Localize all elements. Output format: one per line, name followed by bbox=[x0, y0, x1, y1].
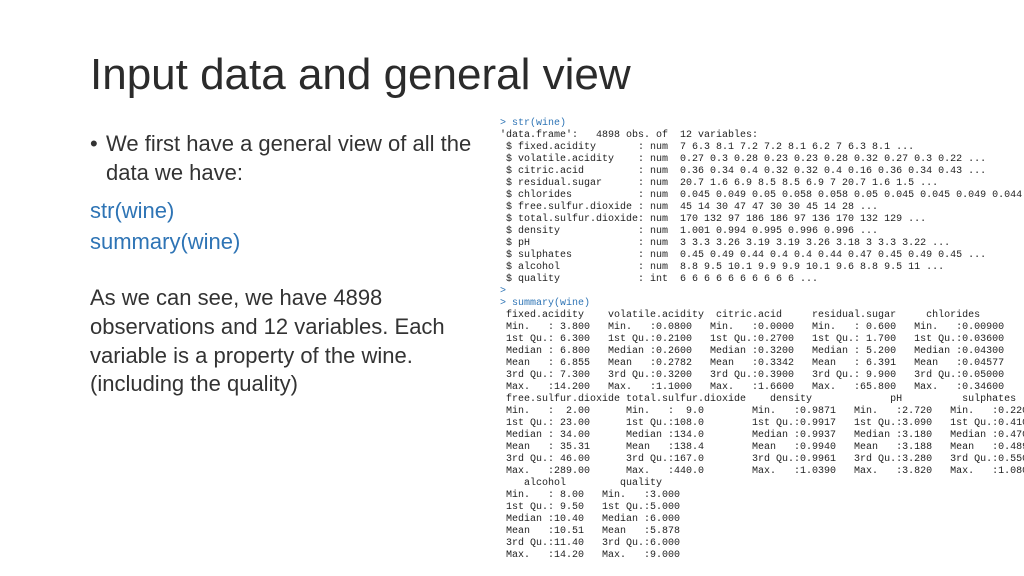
slide-title: Input data and general view bbox=[90, 50, 974, 100]
slide: Input data and general view We first hav… bbox=[0, 0, 1024, 576]
code-line-str: str(wine) bbox=[90, 197, 480, 226]
console-prompt-str: > str(wine) bbox=[500, 118, 566, 129]
code-line-summary: summary(wine) bbox=[90, 228, 480, 257]
console-prompt-summary: > summary(wine) bbox=[500, 298, 590, 309]
left-column: We first have a general view of all the … bbox=[90, 130, 480, 562]
slide-body: We first have a general view of all the … bbox=[90, 130, 974, 562]
console-str-output: 'data.frame': 4898 obs. of 12 variables:… bbox=[500, 130, 1024, 285]
console-summary-output: fixed.acidity volatile.acidity citric.ac… bbox=[500, 310, 1024, 561]
bullet-text: We first have a general view of all the … bbox=[90, 130, 480, 187]
console-prompt-blank: > bbox=[500, 286, 506, 297]
console-output: > str(wine) 'data.frame': 4898 obs. of 1… bbox=[500, 118, 1024, 562]
paragraph-text: As we can see, we have 4898 observations… bbox=[90, 284, 480, 398]
